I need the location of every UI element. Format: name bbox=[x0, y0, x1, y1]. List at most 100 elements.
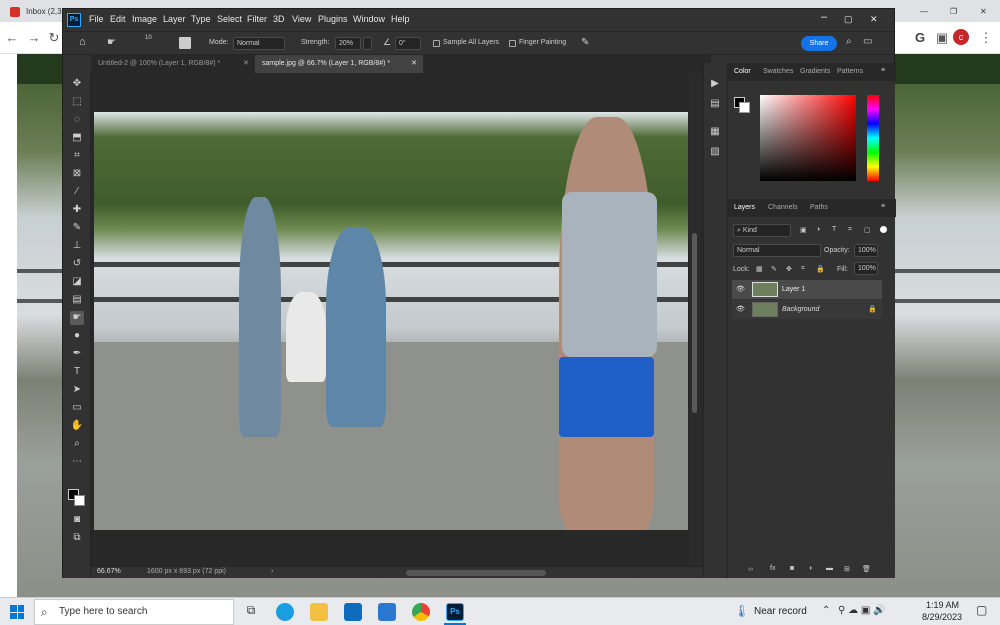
gradient-tool-icon[interactable]: ▤ bbox=[70, 293, 84, 307]
hand-tool-icon[interactable]: ✋ bbox=[70, 419, 84, 433]
tab-channels[interactable]: Channels bbox=[768, 204, 798, 211]
notifications-icon[interactable]: ▢ bbox=[976, 603, 987, 617]
smudge-tool-icon[interactable]: ☛ bbox=[70, 311, 84, 325]
visibility-eye-icon[interactable]: 👁 bbox=[736, 285, 745, 293]
weather-text[interactable]: Near record bbox=[754, 606, 807, 617]
search-icon[interactable]: ⌕ bbox=[846, 36, 852, 47]
frame-tool-icon[interactable]: ⊠ bbox=[70, 167, 84, 181]
visibility-eye-icon[interactable]: 👁 bbox=[736, 305, 745, 313]
lock-artboard-icon[interactable]: ⌗ bbox=[801, 265, 805, 273]
menu-select[interactable]: Select bbox=[217, 14, 242, 24]
filter-toggle-icon[interactable] bbox=[880, 226, 887, 233]
zoom-level[interactable]: 66.67% bbox=[97, 568, 121, 575]
delete-layer-icon[interactable]: 🗑 bbox=[862, 565, 871, 573]
pressure-icon[interactable]: ✎ bbox=[581, 37, 589, 48]
marquee-tool-icon[interactable]: ⬚ bbox=[70, 95, 84, 109]
link-layers-icon[interactable]: ∞ bbox=[748, 566, 753, 573]
color-field-picker[interactable] bbox=[760, 95, 856, 181]
filter-shape-icon[interactable]: ⌗ bbox=[848, 226, 852, 234]
close-tab-icon[interactable]: ✕ bbox=[243, 55, 249, 73]
healing-brush-tool-icon[interactable]: ✚ bbox=[70, 203, 84, 217]
menu-filter[interactable]: Filter bbox=[247, 14, 267, 24]
google-icon[interactable]: G bbox=[910, 28, 930, 48]
dodge-tool-icon[interactable]: ● bbox=[70, 329, 84, 343]
menu-window[interactable]: Window bbox=[353, 14, 385, 24]
edit-toolbar-icon[interactable]: ⋯ bbox=[70, 455, 84, 469]
adjustment-layer-icon[interactable]: ◑ bbox=[808, 565, 812, 572]
clone-stamp-tool-icon[interactable]: ⊥ bbox=[70, 239, 84, 253]
layer-name[interactable]: Layer 1 bbox=[782, 286, 805, 293]
pen-tool-icon[interactable]: ✒ bbox=[70, 347, 84, 361]
eraser-tool-icon[interactable]: ◪ bbox=[70, 275, 84, 289]
menu-view[interactable]: View bbox=[292, 14, 311, 24]
mail-icon[interactable] bbox=[378, 603, 396, 621]
hue-slider[interactable] bbox=[867, 95, 879, 181]
opacity-field[interactable]: 100% bbox=[854, 244, 878, 257]
tab-paths[interactable]: Paths bbox=[810, 204, 828, 211]
tab-layers[interactable]: Layers bbox=[734, 204, 755, 211]
eyedropper-tool-icon[interactable]: ⁄ bbox=[70, 185, 84, 199]
close-tab-icon[interactable]: ✕ bbox=[411, 55, 417, 73]
properties-panel-icon[interactable]: ▧ bbox=[708, 145, 722, 159]
clock-time[interactable]: 1:19 AM bbox=[926, 600, 959, 610]
reload-icon[interactable]: ↻ bbox=[44, 28, 64, 48]
strength-dropdown[interactable] bbox=[363, 37, 372, 50]
tray-icons[interactable]: ⚲ ☁ ▣ 🔊 bbox=[838, 605, 886, 616]
layer-row-background[interactable]: 👁 Background 🔒 bbox=[732, 300, 882, 319]
forward-icon[interactable]: → bbox=[24, 28, 44, 48]
filter-pixel-icon[interactable]: ▣ bbox=[800, 226, 807, 234]
tab-color[interactable]: Color bbox=[734, 68, 751, 75]
layer-name[interactable]: Background bbox=[782, 306, 819, 313]
canvas-horizontal-scrollbar[interactable] bbox=[406, 570, 546, 576]
zoom-tool-icon[interactable]: ⌕ bbox=[70, 437, 84, 451]
taskbar-search-box[interactable]: ⌕ Type here to search bbox=[34, 599, 234, 625]
strength-field[interactable]: 20% bbox=[335, 37, 361, 50]
canvas-vertical-scrollbar[interactable] bbox=[689, 73, 701, 566]
menu-image[interactable]: Image bbox=[132, 14, 157, 24]
minimize-button[interactable]: — bbox=[920, 3, 928, 20]
sample-all-layers-checkbox[interactable] bbox=[433, 40, 440, 47]
tab-untitled-2[interactable]: Untitled-2 @ 100% (Layer 1, RGB/8#) * ✕ bbox=[91, 55, 255, 73]
lock-all-icon[interactable]: 🔒 bbox=[816, 265, 825, 273]
object-select-tool-icon[interactable]: ⬒ bbox=[70, 131, 84, 145]
store-icon[interactable] bbox=[344, 603, 362, 621]
brush-tool-icon[interactable]: ✎ bbox=[70, 221, 84, 235]
brush-size-label[interactable]: 10 bbox=[145, 35, 152, 41]
layer-row-layer-1[interactable]: 👁 Layer 1 bbox=[732, 280, 882, 299]
menu-type[interactable]: Type bbox=[191, 14, 211, 24]
panel-menu-icon[interactable]: ≡ bbox=[881, 67, 885, 74]
history-panel-icon[interactable]: ▶ bbox=[708, 77, 722, 91]
screen-mode-icon[interactable]: ⧉ bbox=[70, 531, 84, 545]
chrome-icon[interactable] bbox=[412, 603, 430, 621]
tray-overflow-icon[interactable]: ⌃ bbox=[822, 605, 830, 616]
menu-help[interactable]: Help bbox=[391, 14, 410, 24]
document-image[interactable] bbox=[94, 112, 688, 530]
menu-edit[interactable]: Edit bbox=[110, 14, 126, 24]
tab-patterns[interactable]: Patterns bbox=[837, 68, 863, 75]
close-button[interactable]: ✕ bbox=[980, 3, 987, 20]
tab-gradients[interactable]: Gradients bbox=[800, 68, 830, 75]
brush-settings-icon[interactable] bbox=[179, 37, 191, 49]
fill-field[interactable]: 100% bbox=[854, 262, 878, 275]
canvas-area[interactable] bbox=[91, 73, 711, 566]
move-tool-icon[interactable]: ✥ bbox=[70, 77, 84, 91]
filter-smart-object-icon[interactable]: ▢ bbox=[864, 226, 871, 234]
mode-select[interactable]: Normal bbox=[233, 37, 285, 50]
kind-filter-select[interactable]: ⌕ Kind bbox=[733, 224, 791, 237]
file-explorer-icon[interactable] bbox=[310, 603, 328, 621]
profile-avatar[interactable]: c bbox=[953, 29, 969, 45]
add-mask-icon[interactable]: ◙ bbox=[790, 565, 794, 572]
crop-tool-icon[interactable]: ⌗ bbox=[70, 149, 84, 163]
lock-pixels-icon[interactable]: ✎ bbox=[771, 265, 777, 273]
windows-start-icon[interactable] bbox=[10, 605, 24, 619]
share-button[interactable]: Share bbox=[801, 36, 837, 51]
filter-adjustment-icon[interactable]: ◑ bbox=[816, 226, 820, 233]
quick-mask-icon[interactable]: ◙ bbox=[70, 513, 84, 527]
menu-layer[interactable]: Layer bbox=[163, 14, 186, 24]
ps-close-button[interactable]: ✕ bbox=[870, 14, 878, 25]
lasso-tool-icon[interactable]: ◌ bbox=[70, 113, 84, 127]
clock-date[interactable]: 8/29/2023 bbox=[922, 612, 962, 622]
libraries-panel-icon[interactable]: ▦ bbox=[708, 125, 722, 139]
blend-mode-select[interactable]: Normal bbox=[733, 244, 821, 257]
filter-type-icon[interactable]: T bbox=[832, 226, 836, 233]
